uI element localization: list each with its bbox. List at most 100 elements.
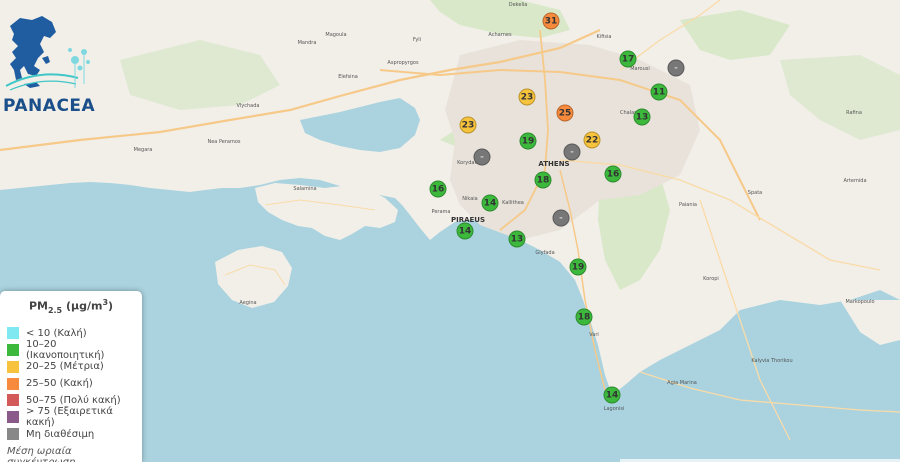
legend-swatch bbox=[7, 394, 19, 407]
legend-label: < 10 (Καλή) bbox=[26, 327, 87, 339]
station-value: 14 bbox=[458, 226, 472, 236]
station-marker[interactable]: 22 bbox=[583, 131, 601, 149]
station-marker[interactable]: 31 bbox=[542, 12, 560, 30]
place-label-vari: Vari bbox=[589, 332, 599, 338]
greece-map-logo-icon bbox=[5, 16, 90, 91]
place-label-magoula: Magoula bbox=[325, 32, 347, 38]
place-label-dekelia: Dekelia bbox=[508, 2, 528, 8]
station-marker[interactable]: 18 bbox=[575, 308, 593, 326]
place-label-nea-peramos: Nea Peramos bbox=[207, 139, 241, 145]
station-value: 31 bbox=[544, 16, 558, 26]
station-value: 18 bbox=[536, 175, 550, 185]
place-label-perama: Perama bbox=[431, 209, 451, 215]
brand-name: PANACEA bbox=[3, 96, 96, 116]
legend-label: 10–20 (Ικανοποιητική) bbox=[26, 339, 105, 362]
station-value: - bbox=[570, 147, 574, 157]
station-marker[interactable]: - bbox=[667, 59, 685, 77]
station-marker[interactable]: 16 bbox=[429, 180, 447, 198]
place-label-markopoulo: Markopoulo bbox=[845, 299, 875, 305]
station-marker[interactable]: 23 bbox=[518, 88, 536, 106]
place-label-lagonisi: Lagonisi bbox=[603, 406, 625, 412]
place-label-rafina: Rafina bbox=[846, 110, 862, 116]
station-value: 25 bbox=[558, 108, 572, 118]
panacea-logo[interactable]: PANACEA bbox=[0, 8, 115, 116]
place-label-paiania: Paiania bbox=[679, 202, 697, 208]
station-marker[interactable]: 18 bbox=[534, 171, 552, 189]
place-label-koropi: Koropi bbox=[703, 276, 719, 282]
station-value: 17 bbox=[621, 54, 635, 64]
place-label-salamina: Salamina bbox=[293, 186, 317, 192]
station-value: 11 bbox=[652, 87, 666, 97]
legend-item-poor: 25–50 (Κακή) bbox=[7, 375, 135, 392]
station-marker[interactable]: 14 bbox=[481, 194, 499, 212]
legend-title-sub: 2.5 bbox=[47, 305, 63, 315]
place-label-vlychada: Vlychada bbox=[236, 103, 260, 109]
legend-label: 20–25 (Μέτρια) bbox=[26, 361, 104, 373]
pm25-legend: PM2.5 (μg/m3) < 10 (Καλή) 10–20 (Ικανοπο… bbox=[0, 291, 142, 462]
place-label-kalyvia-thorikou: Kalyvia Thorikou bbox=[751, 358, 793, 364]
legend-title-main: PM bbox=[28, 299, 48, 313]
map-canvas[interactable]: ATHENS PIRAEUS Megara Elefsina Salamina … bbox=[0, 0, 900, 462]
legend-item-satisfactory: 10–20 (Ικανοποιητική) bbox=[7, 339, 135, 362]
place-label-athens: ATHENS bbox=[538, 160, 570, 168]
station-value: 14 bbox=[483, 198, 497, 208]
station-marker[interactable]: 17 bbox=[619, 50, 637, 68]
legend-swatch bbox=[7, 411, 19, 424]
legend-title: PM2.5 (μg/m3) bbox=[7, 298, 135, 315]
legend-item-extremely-poor: > 75 (Εξαιρετικά κακή) bbox=[7, 406, 135, 429]
legend-footer: Μέση ωριαία συγκέντρωση bbox=[7, 446, 75, 462]
legend-label: 50–75 (Πολύ κακή) bbox=[26, 394, 121, 406]
station-marker[interactable]: 19 bbox=[569, 258, 587, 276]
place-label-marousi: Marousi bbox=[630, 66, 650, 72]
station-marker[interactable]: 14 bbox=[456, 222, 474, 240]
station-value: - bbox=[480, 152, 484, 162]
legend-swatch bbox=[7, 360, 19, 373]
place-label-elefsina: Elefsina bbox=[338, 74, 358, 80]
station-value: 19 bbox=[571, 262, 585, 272]
station-marker[interactable]: - bbox=[563, 143, 581, 161]
station-marker[interactable]: 13 bbox=[508, 230, 526, 248]
legend-swatch bbox=[7, 428, 19, 441]
station-value: 13 bbox=[510, 234, 524, 244]
station-marker[interactable]: 23 bbox=[459, 116, 477, 134]
station-marker[interactable]: 16 bbox=[604, 165, 622, 183]
place-label-aegina: Aegina bbox=[239, 300, 257, 306]
station-value: 13 bbox=[635, 112, 649, 122]
station-value: 23 bbox=[520, 92, 534, 102]
station-value: 16 bbox=[606, 169, 620, 179]
legend-label: Μη διαθέσιμη bbox=[26, 428, 95, 440]
place-label-mandra: Mandra bbox=[297, 40, 317, 46]
place-label-kallithea: Kallithea bbox=[502, 200, 524, 206]
legend-swatch bbox=[7, 327, 19, 340]
place-label-glyfada: Glyfada bbox=[535, 250, 555, 256]
place-label-fyli: Fyli bbox=[412, 37, 422, 43]
place-label-artemida: Artemida bbox=[843, 178, 867, 184]
station-value: 18 bbox=[577, 312, 591, 322]
station-marker[interactable]: - bbox=[473, 148, 491, 166]
legend-label: > 75 (Εξαιρετικά κακή) bbox=[26, 406, 113, 429]
station-marker[interactable]: 11 bbox=[650, 83, 668, 101]
station-value: 19 bbox=[521, 136, 535, 146]
place-label-aspropyrgos: Aspropyrgos bbox=[387, 60, 419, 66]
station-marker[interactable]: 19 bbox=[519, 132, 537, 150]
station-marker[interactable]: 14 bbox=[603, 386, 621, 404]
place-label-nikaia: Nikaia bbox=[462, 196, 478, 202]
legend-swatch bbox=[7, 377, 19, 390]
station-value: - bbox=[559, 213, 563, 223]
station-value: 14 bbox=[605, 390, 619, 400]
station-value: 23 bbox=[461, 120, 475, 130]
place-label-megara: Megara bbox=[133, 147, 153, 153]
place-label-agia-marina: Agia Marina bbox=[667, 380, 697, 386]
legend-label: 25–50 (Κακή) bbox=[26, 378, 93, 390]
legend-title-unit-close: ) bbox=[108, 299, 114, 313]
legend-title-unit: (μg/m bbox=[62, 299, 103, 313]
place-label-spata: Spata bbox=[747, 190, 763, 196]
station-marker[interactable]: 13 bbox=[633, 108, 651, 126]
place-label-kifisia: Kifisia bbox=[596, 34, 612, 40]
place-label-acharnes: Acharnes bbox=[488, 32, 512, 38]
legend-swatch bbox=[7, 344, 19, 357]
station-value: 16 bbox=[431, 184, 445, 194]
station-marker[interactable]: 25 bbox=[556, 104, 574, 122]
station-value: 22 bbox=[585, 135, 599, 145]
station-marker[interactable]: - bbox=[552, 209, 570, 227]
